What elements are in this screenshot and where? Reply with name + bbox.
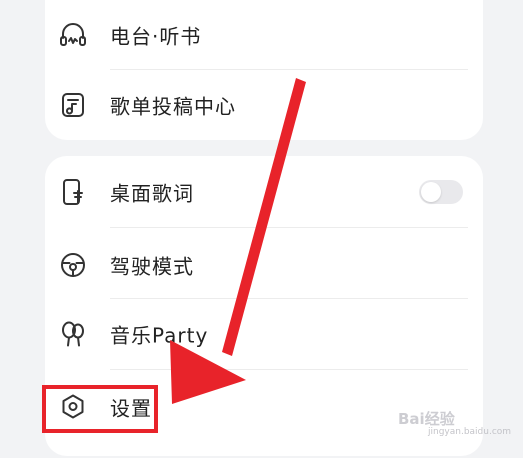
baidu-watermark: Bai经验 jingyan.baidu.com <box>398 408 511 437</box>
settings-menu-screen: { "menu_top": { "items": [ {"label": "电台… <box>0 0 523 458</box>
arrow-shaft <box>222 78 306 356</box>
watermark-brand: Bai经验 <box>398 410 455 428</box>
arrow-head <box>170 340 246 404</box>
watermark-url: jingyan.baidu.com <box>428 427 512 437</box>
annotation-arrow <box>170 78 306 404</box>
